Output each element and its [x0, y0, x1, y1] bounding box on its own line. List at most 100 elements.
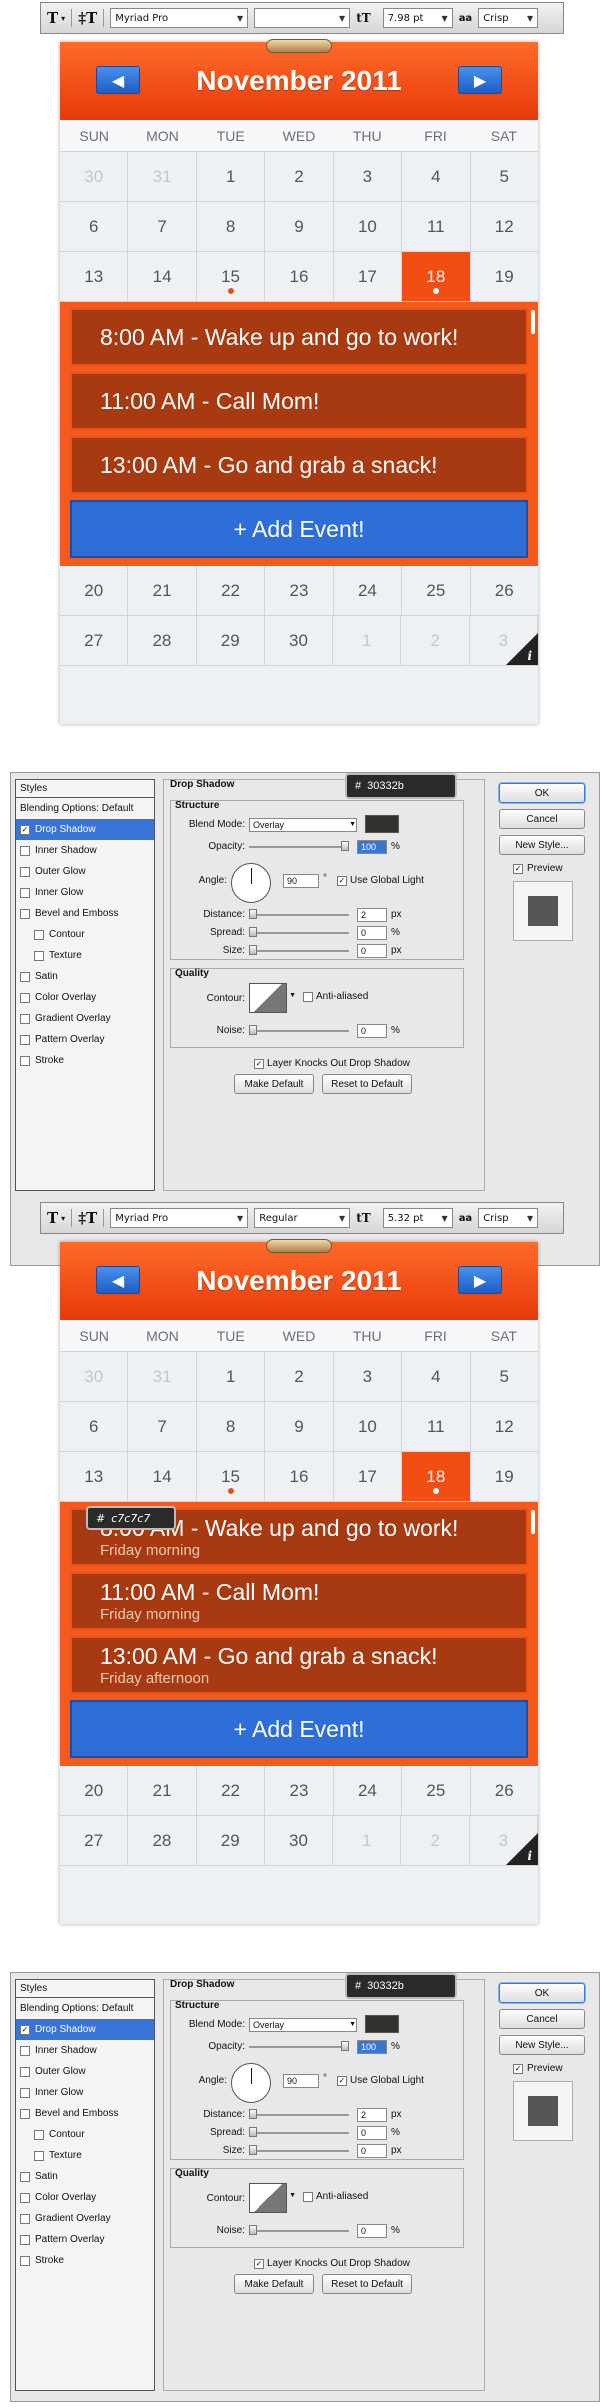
- checkbox[interactable]: [20, 2045, 30, 2056]
- event-item[interactable]: 11:00 AM - Call Mom!: [70, 372, 528, 430]
- day-cell[interactable]: 1: [333, 1816, 402, 1865]
- checkbox[interactable]: [34, 929, 44, 940]
- angle-input[interactable]: 90: [283, 874, 319, 888]
- contour-picker[interactable]: ▼: [249, 2183, 296, 2213]
- size-slider[interactable]: [249, 945, 349, 955]
- style-item-stroke[interactable]: Stroke: [16, 1050, 154, 1071]
- day-cell[interactable]: 30: [60, 152, 129, 201]
- day-cell[interactable]: 9: [265, 202, 334, 251]
- shadow-color-swatch[interactable]: [365, 815, 399, 833]
- day-cell[interactable]: 17: [334, 252, 403, 301]
- day-cell[interactable]: 31: [128, 1352, 197, 1401]
- checkbox[interactable]: [20, 971, 30, 982]
- event-item[interactable]: 13:00 AM - Go and grab a snack! Friday af…: [70, 1636, 528, 1694]
- day-cell[interactable]: 19: [471, 252, 538, 301]
- style-item-stroke[interactable]: Stroke: [16, 2250, 154, 2271]
- anti-aliased-option[interactable]: Anti-aliased: [303, 991, 368, 1002]
- make-default-button[interactable]: Make Default: [234, 1074, 314, 1094]
- style-item-contour[interactable]: Contour: [16, 2124, 154, 2145]
- checkbox[interactable]: [34, 950, 44, 961]
- orientation-toggle-icon[interactable]: ‡T: [78, 9, 105, 27]
- font-family-select[interactable]: Myriad Pro ▼: [110, 1208, 249, 1228]
- style-item-pattern-overlay[interactable]: Pattern Overlay: [16, 1029, 154, 1050]
- style-item-inner-glow[interactable]: Inner Glow: [16, 2082, 154, 2103]
- day-cell[interactable]: 6: [60, 202, 129, 251]
- checkbox[interactable]: [34, 2150, 44, 2161]
- checkbox-checked[interactable]: ✓: [254, 2258, 264, 2269]
- font-size-select[interactable]: 5.32 pt ▼: [382, 1208, 453, 1228]
- spread-input[interactable]: 0: [357, 926, 387, 940]
- checkbox[interactable]: [20, 2066, 30, 2077]
- knocks-out-option[interactable]: ✓ Layer Knocks Out Drop Shadow: [254, 2258, 410, 2269]
- next-month-button[interactable]: ▶: [458, 1266, 502, 1294]
- antialias-select[interactable]: Crisp ▼: [478, 1208, 539, 1228]
- day-cell[interactable]: 28: [128, 1816, 197, 1865]
- day-cell[interactable]: 19: [471, 1452, 538, 1501]
- slider-knob[interactable]: [249, 909, 257, 919]
- font-style-select[interactable]: Regular ▼: [254, 1208, 351, 1228]
- style-item-drop-shadow[interactable]: ✓ Drop Shadow: [16, 819, 154, 840]
- checkbox[interactable]: [20, 1013, 30, 1024]
- new-style-button[interactable]: New Style...: [499, 2035, 585, 2055]
- day-cell[interactable]: 10: [334, 1402, 403, 1451]
- day-cell[interactable]: 2: [401, 1816, 470, 1865]
- next-month-button[interactable]: ▶: [458, 66, 502, 94]
- noise-slider[interactable]: [249, 1025, 349, 1035]
- checkbox[interactable]: [303, 991, 313, 1002]
- spread-slider[interactable]: [249, 927, 349, 937]
- checkbox-checked[interactable]: ✓: [254, 1058, 264, 1069]
- slider-knob[interactable]: [341, 841, 349, 851]
- checkbox-checked[interactable]: ✓: [513, 863, 523, 874]
- style-item-outer-glow[interactable]: Outer Glow: [16, 2061, 154, 2082]
- anti-aliased-option[interactable]: Anti-aliased: [303, 2191, 368, 2202]
- slider-knob[interactable]: [341, 2041, 349, 2051]
- preview-option[interactable]: ✓ Preview: [513, 863, 563, 874]
- day-cell[interactable]: 14: [128, 1452, 197, 1501]
- day-cell[interactable]: 2: [265, 1352, 334, 1401]
- checkbox-checked[interactable]: ✓: [337, 2075, 347, 2086]
- day-cell[interactable]: 20: [60, 566, 129, 615]
- day-cell[interactable]: 21: [128, 1766, 197, 1815]
- day-cell[interactable]: 1: [197, 1352, 266, 1401]
- angle-dial[interactable]: [231, 863, 271, 903]
- style-item-texture[interactable]: Texture: [16, 945, 154, 966]
- day-cell[interactable]: 23: [265, 1766, 334, 1815]
- info-corner[interactable]: [506, 633, 538, 665]
- style-item-pattern-overlay[interactable]: Pattern Overlay: [16, 2229, 154, 2250]
- day-cell[interactable]: 31: [128, 152, 197, 201]
- day-cell[interactable]: 8: [197, 202, 266, 251]
- day-cell[interactable]: 11: [402, 202, 471, 251]
- blend-mode-select[interactable]: Overlay ▼: [249, 818, 357, 832]
- style-item-color-overlay[interactable]: Color Overlay: [16, 987, 154, 1008]
- day-cell[interactable]: 25: [402, 566, 471, 615]
- style-item-gradient-overlay[interactable]: Gradient Overlay: [16, 1008, 154, 1029]
- knocks-out-option[interactable]: ✓ Layer Knocks Out Drop Shadow: [254, 1058, 410, 1069]
- preview-option[interactable]: ✓ Preview: [513, 2063, 563, 2074]
- day-cell[interactable]: 10: [334, 202, 403, 251]
- style-item-outer-glow[interactable]: Outer Glow: [16, 861, 154, 882]
- day-cell[interactable]: 23: [265, 566, 334, 615]
- day-cell[interactable]: 12: [471, 1402, 538, 1451]
- day-cell[interactable]: 28: [128, 616, 197, 665]
- style-item-gradient-overlay[interactable]: Gradient Overlay: [16, 2208, 154, 2229]
- blend-mode-select[interactable]: Overlay ▼: [249, 2018, 357, 2032]
- day-cell[interactable]: 2: [265, 152, 334, 201]
- checkbox[interactable]: [20, 845, 30, 856]
- scrollbar[interactable]: [531, 310, 535, 334]
- noise-input[interactable]: 0: [357, 2224, 387, 2238]
- ok-button[interactable]: OK: [499, 1983, 585, 2003]
- style-item-bevel[interactable]: Bevel and Emboss: [16, 903, 154, 924]
- day-cell[interactable]: 27: [60, 616, 129, 665]
- opacity-slider[interactable]: [249, 841, 349, 851]
- cancel-button[interactable]: Cancel: [499, 2009, 585, 2029]
- make-default-button[interactable]: Make Default: [234, 2274, 314, 2294]
- font-size-select[interactable]: 7.98 pt ▼: [382, 8, 453, 28]
- size-slider[interactable]: [249, 2145, 349, 2155]
- day-cell[interactable]: 22: [197, 566, 266, 615]
- info-corner[interactable]: [506, 1833, 538, 1865]
- day-cell[interactable]: 6: [60, 1402, 129, 1451]
- checkbox[interactable]: [34, 2129, 44, 2140]
- scrollbar[interactable]: [531, 1510, 535, 1534]
- style-item-blending[interactable]: Blending Options: Default: [16, 798, 154, 819]
- checkbox-checked[interactable]: ✓: [513, 2063, 523, 2074]
